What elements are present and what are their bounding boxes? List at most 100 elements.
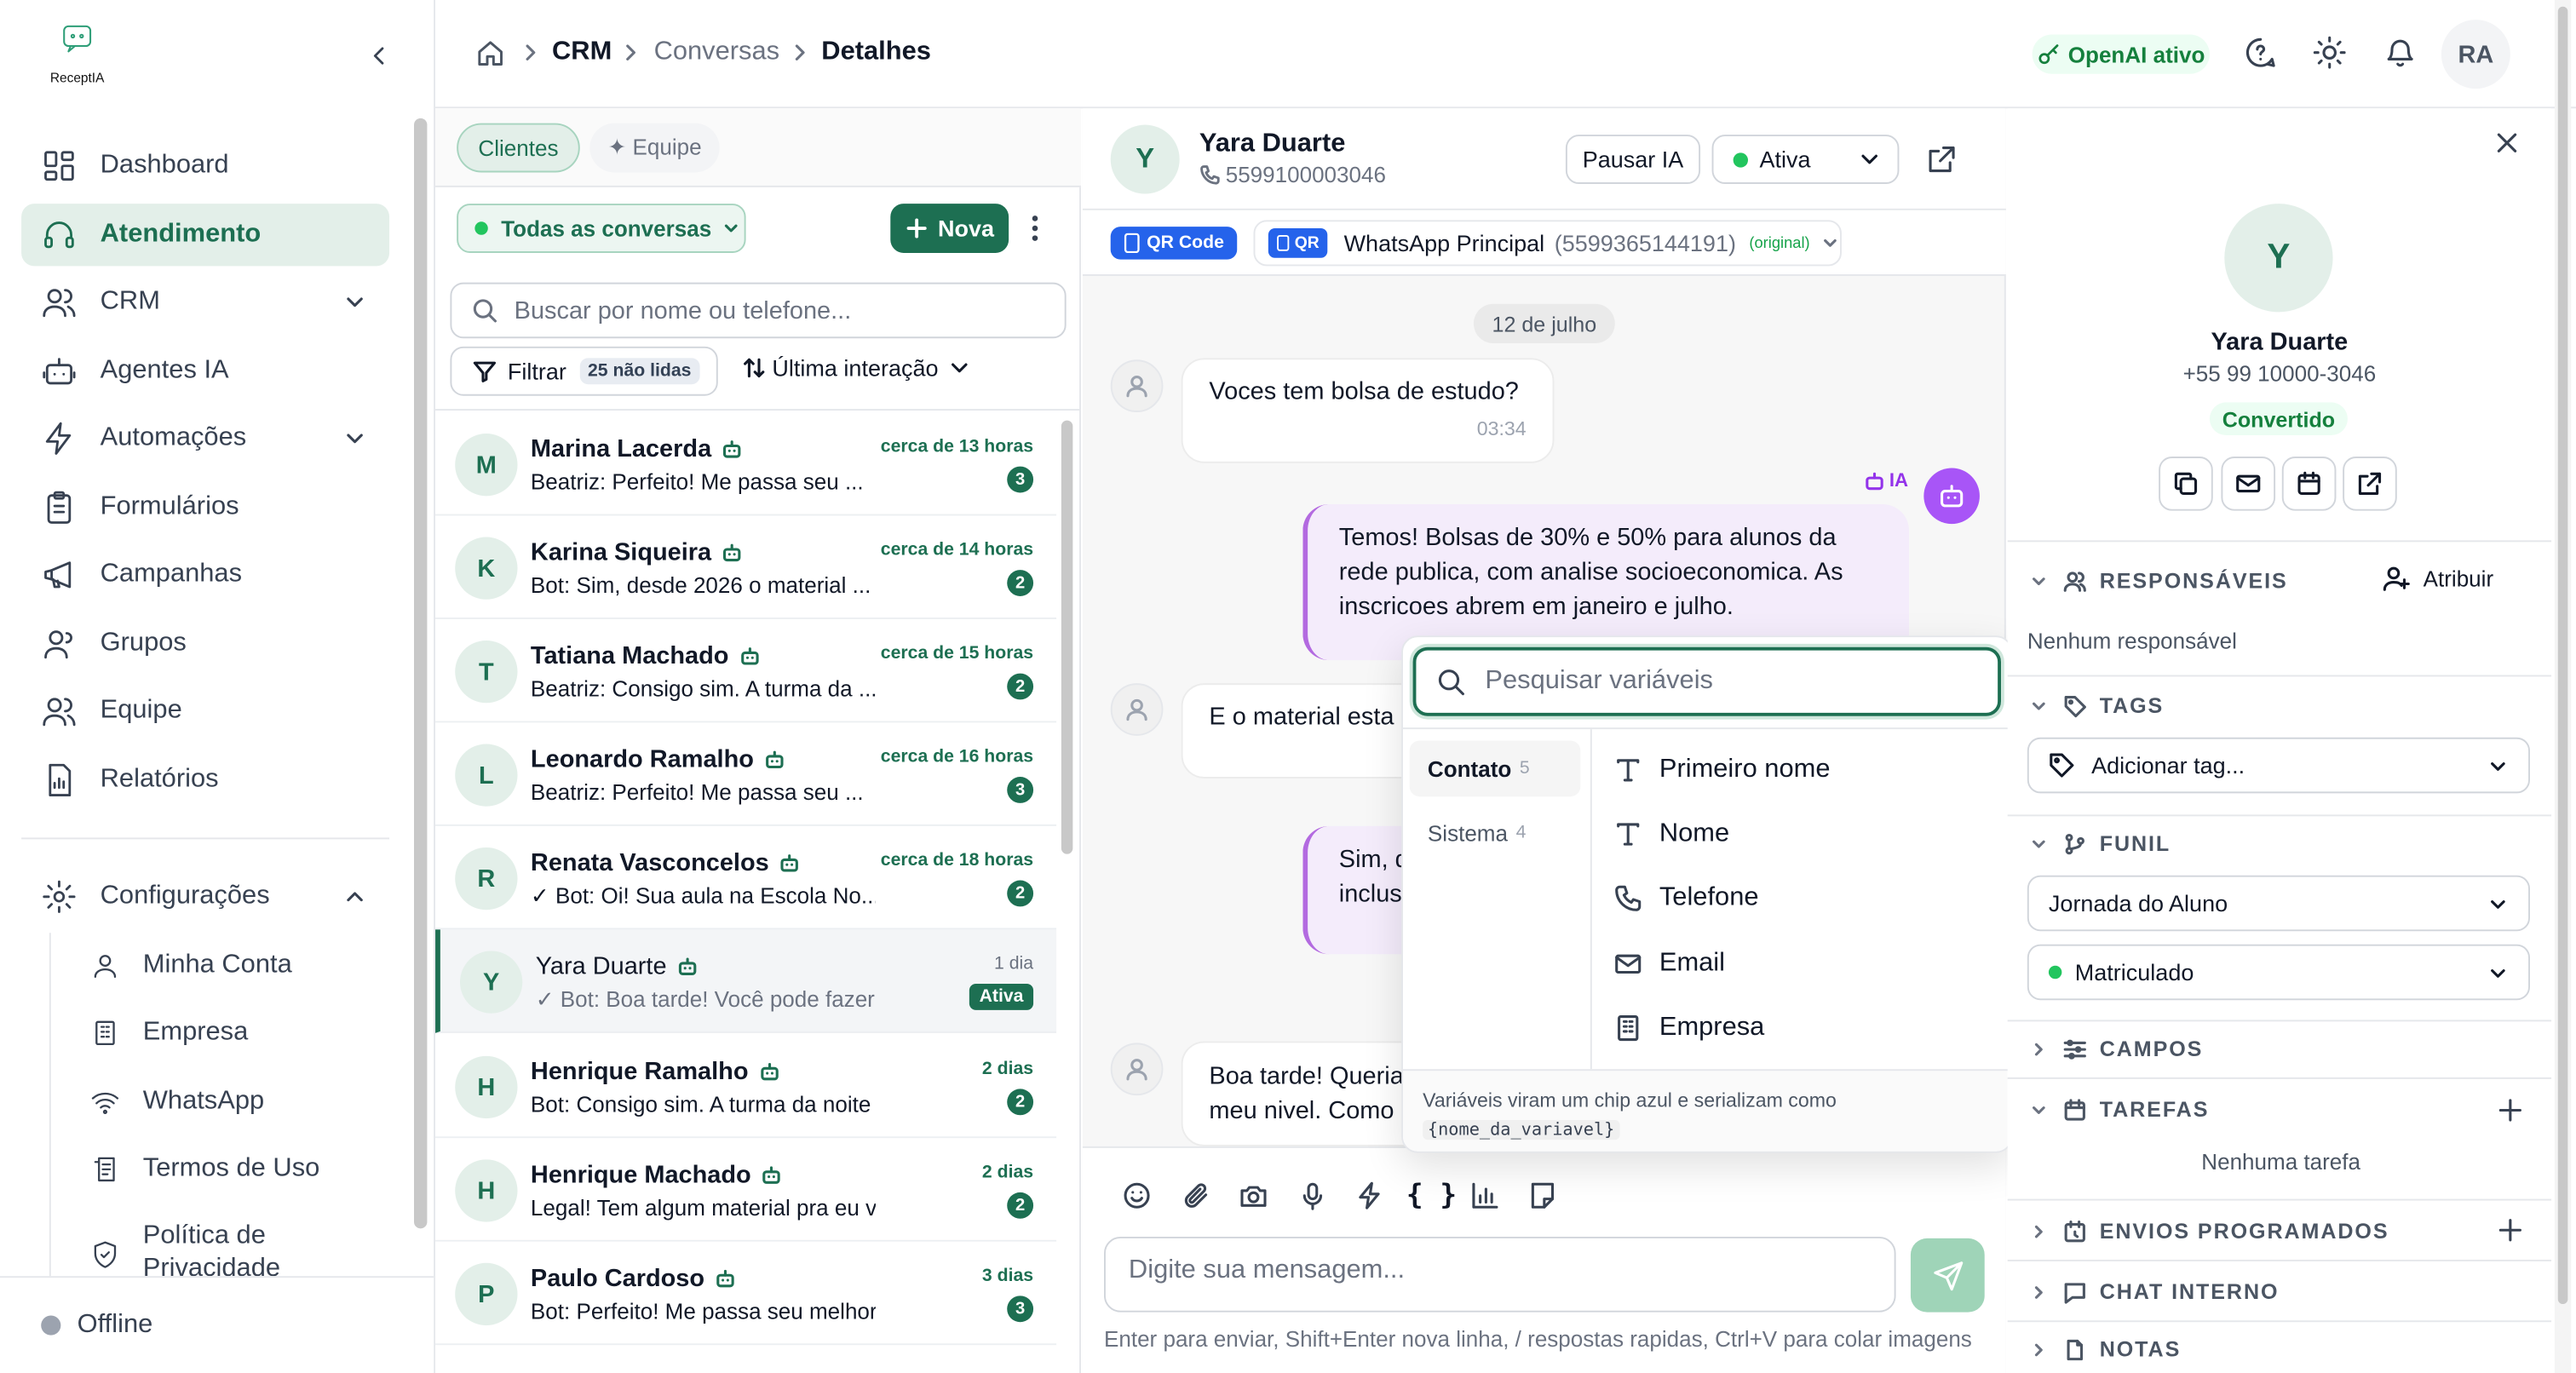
conversation-avatar: H: [455, 1159, 518, 1222]
page-scrollbar[interactable]: [2554, 0, 2572, 1373]
nav-atendimento[interactable]: Atendimento: [21, 204, 390, 267]
stage-select[interactable]: Matriculado: [2027, 944, 2530, 1001]
tab-clientes[interactable]: Clientes: [457, 123, 580, 173]
assign-button[interactable]: Atribuir: [2382, 565, 2493, 593]
sidebar-scrollbar[interactable]: [413, 118, 428, 1229]
copy-button[interactable]: [2159, 457, 2213, 511]
conversation-row[interactable]: R Renata Vasconcelos ✓ Bot: Oi! Sua aula n…: [435, 825, 1057, 930]
variables-button[interactable]: { }: [1406, 1179, 1457, 1212]
nav-formularios[interactable]: Formulários: [21, 476, 389, 538]
list-scrollbar[interactable]: [1061, 420, 1073, 854]
conversation-search-input[interactable]: Buscar por nome ou telefone...: [450, 282, 1067, 339]
tab-equipe[interactable]: ✦ Equipe: [589, 123, 720, 173]
variables-search-input[interactable]: Pesquisar variáveis: [1412, 646, 2001, 716]
message-input[interactable]: Digite sua mensagem...: [1103, 1236, 1896, 1313]
conversation-row[interactable]: H Henrique Machado Legal! Tem algum materi…: [435, 1138, 1057, 1242]
funnel-select[interactable]: Jornada do Aluno: [2027, 875, 2530, 932]
send-button[interactable]: [1910, 1238, 1985, 1313]
subnav-termos[interactable]: Termos de Uso: [90, 1145, 386, 1194]
breadcrumb-crm[interactable]: CRM: [552, 37, 612, 67]
channel-select[interactable]: QR WhatsApp Principal (5599365144191) (o…: [1253, 220, 1842, 267]
add-task-icon[interactable]: [2497, 1097, 2523, 1123]
section-responsaveis[interactable]: RESPONSÁVEIS: [2031, 568, 2288, 593]
close-icon[interactable]: [2493, 128, 2522, 158]
section-notas[interactable]: NOTAS: [2031, 1337, 2182, 1362]
breadcrumb-detalhes: Detalhes: [821, 37, 931, 66]
section-funil[interactable]: FUNIL: [2031, 831, 2171, 856]
variable-email[interactable]: Email: [1613, 939, 1725, 989]
help-icon[interactable]: [2244, 36, 2277, 69]
incoming-message[interactable]: Voces tem bolsa de estudo? 03:34: [1181, 358, 1555, 463]
connection-status[interactable]: Offline: [0, 1276, 434, 1373]
sun-icon[interactable]: [2313, 36, 2346, 69]
variable-empresa[interactable]: Empresa: [1613, 1003, 1764, 1053]
nav-label: Automações: [100, 423, 247, 452]
schedule-button[interactable]: [2281, 457, 2337, 511]
calendar-clock-icon: [2064, 1220, 2085, 1242]
variable-label: Telefone: [1659, 883, 1759, 912]
variable-primeiro-nome[interactable]: Primeiro nome: [1613, 745, 1830, 795]
open-external-button[interactable]: [2343, 457, 2397, 511]
external-link-icon[interactable]: [1927, 145, 1957, 175]
pause-ai-button[interactable]: Pausar IA: [1565, 135, 1701, 184]
category-contato[interactable]: Contato 5: [1409, 740, 1581, 797]
nav-agentes-ia[interactable]: Agentes IA: [21, 340, 389, 402]
openai-status-badge[interactable]: OpenAI ativo: [2032, 34, 2210, 74]
sort-dropdown[interactable]: Última interação: [743, 354, 971, 381]
add-scheduled-icon[interactable]: [2497, 1217, 2523, 1244]
subnav-whatsapp[interactable]: WhatsApp: [90, 1077, 386, 1127]
category-sistema[interactable]: Sistema 4: [1410, 805, 1581, 861]
conversation-row[interactable]: L Leonardo Ramalho Beatriz: Perfeito! Me p…: [435, 722, 1057, 826]
conversation-row[interactable]: M Marina Lacerda Beatriz: Perfeito! Me pas…: [435, 411, 1057, 516]
bell-icon[interactable]: [2383, 36, 2417, 69]
user-avatar[interactable]: RA: [2441, 20, 2510, 89]
nav-campanhas[interactable]: Campanhas: [21, 543, 389, 606]
subnav-empresa[interactable]: Empresa: [90, 1008, 386, 1058]
bot-icon: [1866, 472, 1883, 491]
email-button[interactable]: [2221, 457, 2276, 511]
user-plus-icon: [2383, 566, 2410, 591]
filter-button[interactable]: Filtrar 25 não lidas: [450, 346, 718, 396]
emoji-button[interactable]: [1122, 1181, 1155, 1214]
section-campos[interactable]: CAMPOS: [2031, 1037, 2204, 1061]
home-icon[interactable]: [474, 37, 506, 69]
subnav-minha-conta[interactable]: Minha Conta: [90, 941, 386, 991]
nav-crm[interactable]: CRM: [21, 271, 389, 333]
quick-reply-button[interactable]: [1355, 1181, 1389, 1214]
conversation-row[interactable]: H Henrique Ramalho Bot: Consigo sim. A tur…: [435, 1034, 1057, 1139]
section-chat-interno[interactable]: CHAT INTERNO: [2031, 1279, 2280, 1304]
nav-configuracoes[interactable]: Configurações: [21, 865, 389, 928]
nav-equipe[interactable]: Equipe: [21, 680, 389, 742]
note-button[interactable]: [1528, 1181, 1561, 1214]
chart-button[interactable]: [1470, 1181, 1504, 1214]
nav-relatorios[interactable]: Relatórios: [21, 749, 389, 811]
microphone-button[interactable]: [1298, 1181, 1331, 1214]
conversation-row[interactable]: Y Yara Duarte ✓ Bot: Boa tarde! Você pode …: [435, 929, 1057, 1033]
conversation-filter-dropdown[interactable]: Todas as conversas: [457, 204, 746, 253]
nav-grupos[interactable]: Grupos: [21, 612, 389, 675]
conversation-status-select[interactable]: Ativa: [1711, 135, 1900, 184]
collapse-sidebar-button[interactable]: [365, 39, 394, 72]
section-envios-programados[interactable]: ENVIOS PROGRAMADOS: [2031, 1219, 2389, 1244]
variable-nome[interactable]: Nome: [1613, 810, 1729, 859]
nav-dashboard[interactable]: Dashboard: [21, 135, 389, 197]
conversation-name: Tatiana Machado: [531, 642, 760, 670]
new-conversation-button[interactable]: Nova: [890, 204, 1009, 253]
variable-telefone[interactable]: Telefone: [1613, 874, 1759, 923]
variable-label: Nome: [1659, 819, 1730, 847]
more-options-icon[interactable]: [1022, 210, 1049, 246]
breadcrumb-conversas[interactable]: Conversas: [654, 37, 780, 67]
conversation-row[interactable]: T Tatiana Machado Beatriz: Consigo sim. A …: [435, 618, 1057, 723]
conversation-row[interactable]: P Paulo Cardoso Bot: Perfeito! Me passa se…: [435, 1241, 1057, 1346]
attach-button[interactable]: [1182, 1181, 1215, 1214]
section-title: ENVIOS PROGRAMADOS: [2099, 1218, 2389, 1244]
conversation-row[interactable]: K Karina Siqueira Bot: Sim, desde 2026 o m…: [435, 515, 1057, 619]
receptia-logo[interactable]: ReceptIA: [43, 23, 112, 92]
add-tag-select[interactable]: Adicionar tag...: [2027, 737, 2530, 794]
section-tarefas[interactable]: TAREFAS: [2031, 1097, 2210, 1122]
qr-code-badge[interactable]: QR Code: [1110, 227, 1238, 260]
section-tags[interactable]: TAGS: [2031, 693, 2165, 718]
page-scrollbar-thumb[interactable]: [2557, 6, 2568, 1305]
camera-button[interactable]: [1239, 1181, 1272, 1214]
nav-automacoes[interactable]: Automações: [21, 407, 389, 469]
